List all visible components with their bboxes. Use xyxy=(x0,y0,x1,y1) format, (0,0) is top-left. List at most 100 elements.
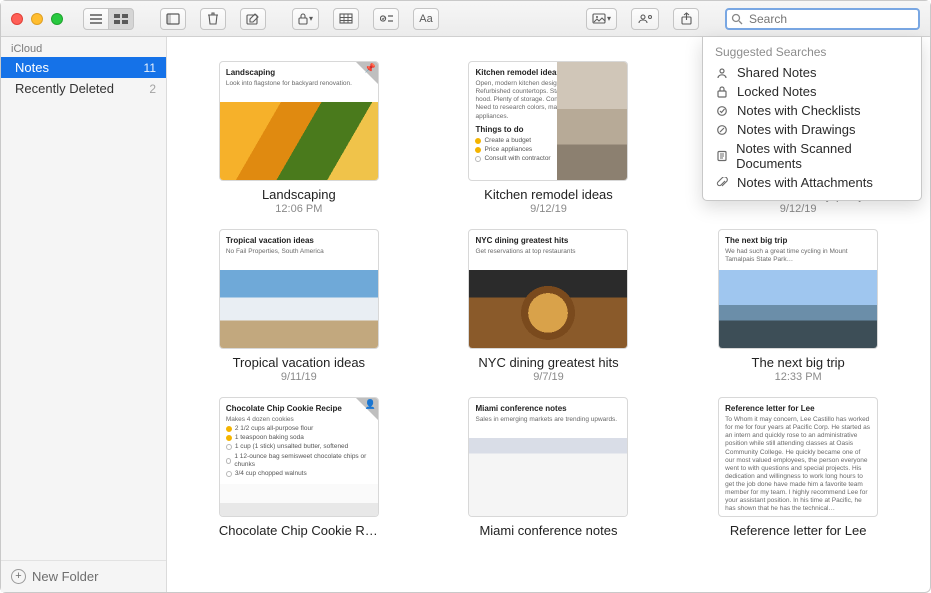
photo-icon xyxy=(592,13,606,24)
note-card[interactable]: Reference letter for Lee To Whom it may c… xyxy=(718,397,878,539)
pinned-badge: 📌 xyxy=(356,62,378,84)
thumb-title: Tropical vacation ideas xyxy=(226,236,372,246)
titlebar: ▾ Aa ▾ xyxy=(1,1,930,37)
note-card[interactable]: Chocolate Chip Cookie Recipe Makes 4 doze… xyxy=(219,397,379,539)
thumb-checklist-text: 1 cup (1 stick) unsalted butter, softene… xyxy=(235,443,348,451)
thumb-checklist-text: 3/4 cup chopped walnuts xyxy=(235,470,307,478)
checklist-icon xyxy=(380,13,393,24)
media-button[interactable]: ▾ xyxy=(586,8,617,30)
thumb-checklist-text: 1 12-ounce bag semisweet chocolate chips… xyxy=(234,453,371,469)
check-circle-icon xyxy=(475,138,481,144)
trash-icon xyxy=(207,12,219,25)
sidebar-item-recently-deleted[interactable]: Recently Deleted 2 xyxy=(1,78,166,99)
note-thumbnail: Tropical vacation ideas No Fail Propertie… xyxy=(219,229,379,349)
thumb-checklist-text: 2 1/2 cups all-purpose flour xyxy=(235,425,313,433)
note-title: Reference letter for Lee xyxy=(718,523,878,538)
thumb-body: Get reservations at top restaurants xyxy=(475,248,621,256)
note-title: Miami conference notes xyxy=(468,523,628,538)
thumb-checklist-text: Create a budget xyxy=(484,137,531,145)
attachment-icon xyxy=(715,177,729,189)
share-button[interactable] xyxy=(673,8,699,30)
collaborate-button[interactable] xyxy=(631,8,659,30)
thumb-body: No Fail Properties, South America xyxy=(226,248,372,256)
note-card[interactable]: The next big tripWe had such a great tim… xyxy=(718,229,878,383)
list-view-button[interactable] xyxy=(83,8,109,30)
thumb-checklist-text: Consult with contractor xyxy=(484,155,550,163)
gallery-view-button[interactable] xyxy=(108,8,134,30)
suggested-search-label: Notes with Scanned Documents xyxy=(736,141,909,171)
pin-icon: 📌 xyxy=(365,63,376,74)
note-card[interactable]: Kitchen remodel ideasOpen, modern kitche… xyxy=(468,61,628,215)
sidebar-item-notes[interactable]: Notes 11 xyxy=(1,57,166,78)
drawing-icon xyxy=(715,124,729,136)
note-date: 12:33 PM xyxy=(718,371,878,383)
note-date: 9/11/19 xyxy=(219,371,379,383)
shared-icon xyxy=(715,67,729,79)
suggested-search-checklists[interactable]: Notes with Checklists xyxy=(703,101,921,120)
suggested-search-label: Shared Notes xyxy=(737,65,817,80)
search-input[interactable] xyxy=(725,8,920,30)
suggested-search-drawings[interactable]: Notes with Drawings xyxy=(703,120,921,139)
new-folder-button[interactable]: + New Folder xyxy=(1,560,166,592)
suggested-search-scanned[interactable]: Notes with Scanned Documents xyxy=(703,139,921,173)
table-button[interactable] xyxy=(333,8,359,30)
suggested-search-label: Notes with Drawings xyxy=(737,122,856,137)
note-title: The next big trip xyxy=(718,355,878,370)
minimize-window-button[interactable] xyxy=(31,13,43,25)
thumb-title: The next big trip xyxy=(725,236,871,246)
new-note-button[interactable] xyxy=(240,8,266,30)
suggested-search-locked[interactable]: Locked Notes xyxy=(703,82,921,101)
note-card[interactable]: Tropical vacation ideas No Fail Propertie… xyxy=(219,229,379,383)
check-circle-icon xyxy=(475,156,481,162)
gallery-view-icon xyxy=(114,14,128,24)
thumb-checklist-item: 1 teaspoon baking soda xyxy=(226,434,372,442)
search-icon xyxy=(731,13,743,25)
lock-icon xyxy=(298,13,308,25)
check-circle-icon xyxy=(226,435,232,441)
thumb-title: Landscaping xyxy=(226,68,372,78)
thumb-image xyxy=(220,484,378,516)
scanned-doc-icon xyxy=(715,150,728,162)
window-controls xyxy=(11,13,63,25)
thumb-checklist-item: 2 1/2 cups all-purpose flour xyxy=(226,425,372,433)
format-button[interactable]: Aa xyxy=(413,8,439,30)
note-card[interactable]: Miami conference notesSales in emerging … xyxy=(468,397,628,539)
chevron-down-icon: ▾ xyxy=(309,14,313,23)
sidebar-account-header: iCloud xyxy=(1,37,166,57)
thumb-body: Makes 4 dozen cookies xyxy=(226,416,372,424)
check-circle-icon xyxy=(226,458,232,464)
thumb-image xyxy=(469,270,627,348)
thumb-title: Miami conference notes xyxy=(475,404,621,414)
note-thumbnail: Reference letter for Lee To Whom it may c… xyxy=(718,397,878,517)
note-title: Kitchen remodel ideas xyxy=(468,187,628,202)
thumb-title: Reference letter for Lee xyxy=(725,404,871,414)
close-window-button[interactable] xyxy=(11,13,23,25)
thumb-image xyxy=(220,270,378,348)
thumb-checklist-text: Price appliances xyxy=(484,146,532,154)
delete-note-button[interactable] xyxy=(200,8,226,30)
toggle-attachments-button[interactable] xyxy=(160,8,186,30)
thumb-title: Chocolate Chip Cookie Recipe xyxy=(226,404,372,414)
suggested-search-attachments[interactable]: Notes with Attachments xyxy=(703,173,921,192)
suggested-search-shared[interactable]: Shared Notes xyxy=(703,63,921,82)
suggested-search-label: Notes with Attachments xyxy=(737,175,873,190)
table-icon xyxy=(339,13,353,24)
view-mode-group xyxy=(83,8,134,30)
note-card[interactable]: NYC dining greatest hitsGet reservations… xyxy=(468,229,628,383)
thumb-checklist-item: 1 12-ounce bag semisweet chocolate chips… xyxy=(226,453,372,469)
thumb-body: To Whom it may concern, Lee Castillo has… xyxy=(725,416,871,514)
note-title: Tropical vacation ideas xyxy=(219,355,379,370)
note-thumbnail: NYC dining greatest hitsGet reservations… xyxy=(468,229,628,349)
shared-badge: 👤 xyxy=(356,398,378,420)
add-people-icon xyxy=(637,13,653,24)
compose-icon xyxy=(246,13,260,25)
lock-note-button[interactable]: ▾ xyxy=(292,8,319,30)
checklist-button[interactable] xyxy=(373,8,399,30)
person-icon: 👤 xyxy=(365,399,376,410)
note-card[interactable]: LandscapingLook into flagstone for backy… xyxy=(219,61,379,215)
zoom-window-button[interactable] xyxy=(51,13,63,25)
thumb-checklist-text: 1 teaspoon baking soda xyxy=(235,434,304,442)
checklist-icon xyxy=(715,105,729,117)
check-circle-icon xyxy=(226,426,232,432)
attachments-view-icon xyxy=(166,13,180,25)
